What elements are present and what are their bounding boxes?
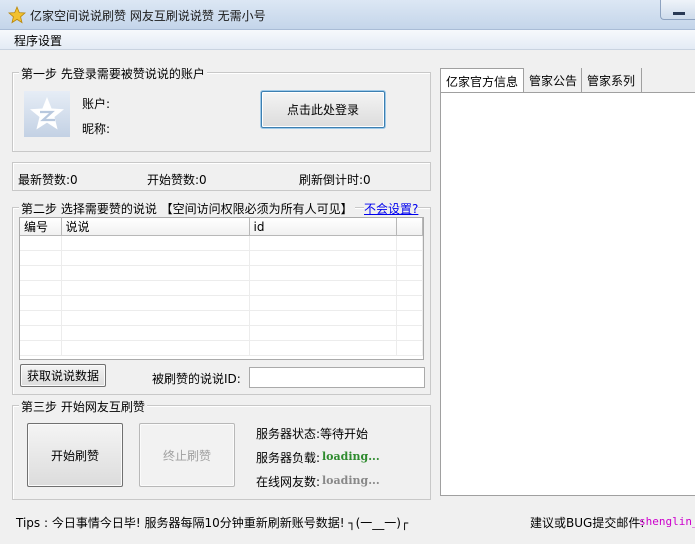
table-row[interactable] xyxy=(20,325,423,341)
login-button[interactable]: 点击此处登录 xyxy=(261,91,385,128)
column-header-number[interactable]: 编号 xyxy=(20,218,62,236)
feedback-label: 建议或BUG提交邮件: xyxy=(530,516,645,530)
window-title: 亿家空间说说刷赞 网友互刷说说赞 无需小号 xyxy=(30,9,266,23)
start-button[interactable]: 开始刷赞 xyxy=(27,423,123,487)
latest-likes: 最新赞数:0 xyxy=(18,173,78,187)
posts-table[interactable]: 编号 说说 id xyxy=(19,217,424,360)
fetch-posts-button[interactable]: 获取说说数据 xyxy=(20,364,106,387)
step1-legend: 第一步 先登录需要被赞说说的账户 xyxy=(19,65,207,82)
tab-announcements[interactable]: 管家公告 xyxy=(524,68,582,92)
minimize-icon xyxy=(673,12,685,15)
table-row[interactable] xyxy=(20,265,423,281)
minimize-button[interactable] xyxy=(660,0,695,20)
title-bar[interactable]: 亿家空间说说刷赞 网友互刷说说赞 无需小号 xyxy=(0,0,695,30)
tab-panel-content[interactable] xyxy=(440,92,695,496)
column-header-post[interactable]: 说说 xyxy=(61,218,250,236)
stop-button[interactable]: 终止刷赞 xyxy=(139,423,235,487)
refresh-countdown: 刷新倒计时:0 xyxy=(299,173,371,187)
step3-legend: 第三步 开始网友互刷赞 xyxy=(19,398,147,415)
table-row[interactable] xyxy=(20,310,423,326)
start-likes: 开始赞数:0 xyxy=(147,173,207,187)
table-row[interactable] xyxy=(20,295,423,311)
online-users-value: loading... xyxy=(322,474,380,487)
nickname-label: 昵称: xyxy=(82,122,111,136)
tab-series[interactable]: 管家系列 xyxy=(582,68,642,92)
column-header-id[interactable]: id xyxy=(249,218,397,236)
table-row[interactable] xyxy=(20,250,423,266)
table-row[interactable] xyxy=(20,340,423,356)
post-id-label: 被刷赞的说说ID: xyxy=(152,372,241,386)
menu-item-settings[interactable]: 程序设置 xyxy=(14,32,62,49)
column-header-filler xyxy=(396,218,423,236)
status-bar: Tips : 今日事情今日毕! 服务器每隔10分钟重新刷新账号数据! ┐(一__… xyxy=(0,504,695,544)
table-row[interactable] xyxy=(20,235,423,251)
server-load-value: loading... xyxy=(322,450,380,463)
step2-legend: 第二步 选择需要赞的说说 【空间访问权限必须为所有人可见】 xyxy=(19,200,355,217)
tips-text: Tips : 今日事情今日毕! 服务器每隔10分钟重新刷新账号数据! ┐(一__… xyxy=(16,516,409,530)
online-users-label: 在线网友数: xyxy=(256,475,321,489)
tab-official-info[interactable]: 亿家官方信息 xyxy=(440,68,524,92)
qq-zone-star-icon xyxy=(24,91,70,137)
account-label: 账户: xyxy=(82,97,111,111)
help-link[interactable]: 不会设置? xyxy=(364,200,419,217)
server-status: 服务器状态:等待开始 xyxy=(256,427,369,441)
table-row[interactable] xyxy=(20,280,423,296)
star-icon xyxy=(8,6,26,24)
post-id-input[interactable] xyxy=(249,367,425,388)
menu-bar: 程序设置 xyxy=(0,30,695,50)
server-load-label: 服务器负载: xyxy=(256,451,321,465)
feedback-email[interactable]: shenglin_y xyxy=(639,515,695,528)
